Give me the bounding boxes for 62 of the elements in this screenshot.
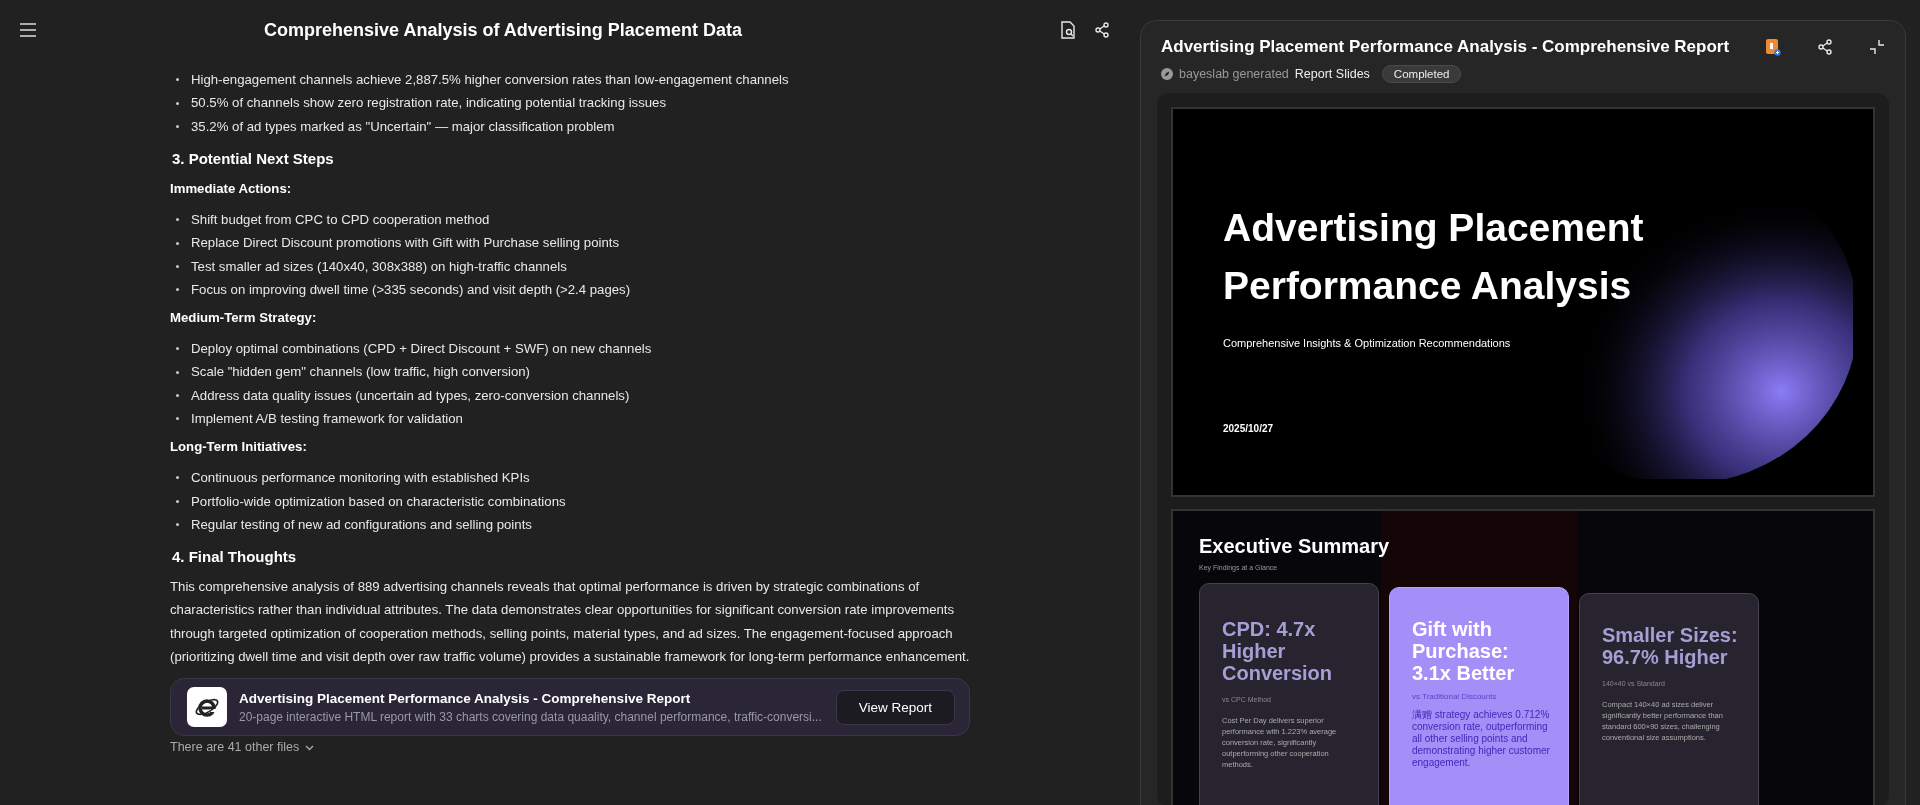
bullet-icon [176, 288, 179, 292]
menu-icon[interactable] [20, 23, 36, 37]
share-icon[interactable] [1817, 39, 1833, 55]
other-files-link[interactable]: There are 41 other files [170, 740, 970, 756]
bullet-icon [176, 370, 179, 374]
document-search-icon[interactable] [1060, 21, 1076, 39]
share-icon[interactable] [1094, 22, 1110, 38]
bullet-icon [176, 241, 179, 245]
summary-slide[interactable] [1171, 509, 1875, 805]
subheading: Medium-Term Strategy: [170, 308, 318, 327]
bullet-icon [176, 347, 179, 351]
subheading: Immediate Actions: [170, 179, 293, 198]
status-badge: Completed [1381, 65, 1462, 83]
bullet-icon [176, 523, 179, 527]
slide-title: Executive Summary [1199, 535, 1391, 558]
section-heading: 3. Potential Next Steps [172, 149, 335, 170]
bullet-text: Continuous performance monitoring with established KPIs [191, 469, 530, 488]
bullet-text: Regular testing of new ad configurations and selling points [191, 515, 532, 534]
section-heading: 4. Final Thoughts [172, 547, 298, 568]
paragraph: This comprehensive analysis of 889 advertising channels reveals that optimal performance is driven by strategic combinations of characteristics rather than individual attributes. The data demonstrates clear opportunities for significant conversion rate improvements through targeted optimization of cooperation methods, selling points, material types, and ad sizes. The engagement-focused approach (prioritizing dwell time and visit depth over raw traffic volume) provides a sustainable framework for long-term performance enhancement. [170, 577, 970, 666]
report-title: Advertising Placement Performance Analysis - Comprehensive Report [1161, 37, 1731, 57]
bullet-text: Portfolio-wide optimization based on characteristic combinations [191, 492, 566, 511]
page-title: Comprehensive Analysis of Advertising Placement Data [263, 19, 743, 41]
bullet-text: Test smaller ad sizes (140x40, 308x388) on high-traffic channels [191, 257, 567, 276]
bullet-text: High-engagement channels achieve 2,887.5% higher conversion rates than low-engagement channels [191, 71, 789, 89]
bullet-text: Implement A/B testing framework for validation [191, 410, 463, 429]
bullet-text: 50.5% of channels show zero registration rate, indicating potential tracking issues [191, 94, 666, 113]
slide-date: 2025/10/27 [1223, 423, 1275, 434]
bullet-text: Replace Direct Discount promotions with Gift with Purchase selling points [191, 234, 620, 253]
bullet-icon [176, 218, 179, 222]
chevron-down-icon [305, 744, 315, 751]
bullet-icon [176, 394, 179, 398]
bullet-icon [176, 476, 179, 480]
slides-file-icon[interactable] [1765, 38, 1781, 56]
bullet-icon [176, 265, 179, 269]
report-type: Report Slides [1294, 67, 1370, 81]
bullet-text: Deploy optimal combinations (CPD + Direct Discount + SWF) on new channels [191, 340, 652, 359]
bullet-text: Address data quality issues (uncertain ad types, zero-conversion channels) [191, 386, 630, 405]
bullet-text: Focus on improving dwell time (>335 seconds) and visit depth (>2.4 pages) [191, 281, 631, 300]
bullet-icon [176, 499, 179, 503]
compass-icon [1161, 68, 1173, 80]
view-report-button[interactable]: View Report [835, 689, 955, 725]
card-heading: CPD: 4.7x Higher Conversion [1222, 618, 1334, 684]
bullet-icon [176, 78, 179, 82]
file-description: 20-page interactive HTML report with 33 charts covering data quaality, channel performance, traffic-conversi... [239, 709, 823, 726]
bullet-icon [176, 417, 179, 421]
card-heading: Smaller Sizes: 96.7% Higher [1602, 624, 1739, 668]
generator-label: bayeslab generated [1179, 67, 1289, 81]
slide-subtitle: Comprehensive Insights & Optimization Recommendations [1223, 337, 1512, 349]
card-body: 满赠 strategy achieves 0.712% conversion rate, outperforming all other selling points and demonstrating higher customer engagement. [1412, 709, 1550, 769]
title-slide[interactable]: Advertising Placement Performance Analysis Comprehensive Insights & Optimization Recommendations 2025/10/27 [1171, 107, 1875, 497]
browser-icon [187, 687, 227, 728]
bullet-icon [176, 125, 179, 128]
bullet-icon [176, 101, 179, 105]
bullet-text: Shift budget from CPC to CPD cooperation method [191, 211, 490, 230]
file-title: Advertising Placement Performance Analysis - Comprehensive Report [239, 690, 692, 709]
bullet-text: Scale "hidden gem" channels (low traffic, high conversion) [191, 363, 530, 382]
collapse-icon[interactable] [1869, 39, 1885, 55]
slide-title: Advertising Placement Performance Analysis [1223, 205, 1645, 309]
bullet-text: 35.2% of ad types marked as "Uncertain" — major classification problem [191, 117, 615, 136]
card-heading: Gift with Purchase: 3.1x Better [1412, 618, 1516, 684]
subheading: Long-Term Initiatives: [170, 437, 308, 456]
